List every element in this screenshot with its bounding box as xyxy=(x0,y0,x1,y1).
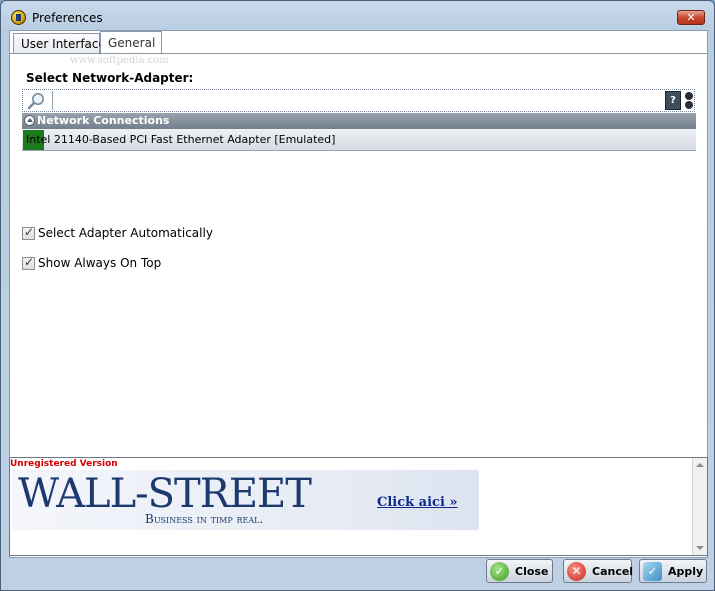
unregistered-version-label: Unregistered Version xyxy=(10,459,118,469)
network-connections-header[interactable]: Network Connections xyxy=(22,113,696,129)
select-adapter-automatically-label: Select Adapter Automatically xyxy=(38,226,213,240)
checkmark-icon: ✓ xyxy=(490,562,509,581)
tab-general[interactable]: General xyxy=(100,31,162,55)
group-header-label: Network Connections xyxy=(37,114,170,127)
tab-user-interface[interactable]: User Interface xyxy=(13,33,106,54)
advertisement-box: Unregistered Version WALL-STREET Busines… xyxy=(9,457,708,556)
option-dot-icon xyxy=(685,92,693,100)
collapse-icon[interactable] xyxy=(24,115,35,126)
cancel-button-label: Cancel xyxy=(592,565,634,578)
network-adapter-label: Select Network-Adapter: xyxy=(26,71,194,85)
tab-panel-border xyxy=(10,53,707,54)
options-icon[interactable] xyxy=(684,91,694,110)
ad-tagline: Business in timp real. xyxy=(145,512,264,526)
window-title: Preferences xyxy=(32,11,103,25)
apply-button[interactable]: ✓ Apply xyxy=(639,559,707,583)
ad-scrollbar[interactable] xyxy=(692,458,707,555)
app-icon xyxy=(11,10,26,25)
show-always-on-top-checkbox[interactable] xyxy=(22,255,35,270)
preferences-window: Preferences ✕ User Interface General www… xyxy=(0,0,715,591)
adapter-search-bar: ? xyxy=(22,89,695,112)
select-adapter-automatically-checkbox[interactable] xyxy=(22,225,35,240)
adapter-search-input[interactable] xyxy=(52,91,662,110)
apply-button-label: Apply xyxy=(668,565,704,578)
help-icon[interactable]: ? xyxy=(665,91,681,110)
scroll-down-arrow-icon[interactable] xyxy=(696,546,704,550)
ad-banner[interactable]: WALL-STREET Business in timp real. Click… xyxy=(12,470,479,530)
close-button[interactable]: ✓ Close xyxy=(486,559,553,583)
option-dot-icon xyxy=(685,101,693,109)
search-icon[interactable] xyxy=(27,92,45,110)
adapter-list-item[interactable]: Intel 21140-Based PCI Fast Ethernet Adap… xyxy=(22,129,696,151)
ad-click-link[interactable]: Click aici » xyxy=(377,495,458,510)
ad-brand: WALL-STREET xyxy=(18,471,312,517)
adapter-name: Intel 21140-Based PCI Fast Ethernet Adap… xyxy=(26,133,336,146)
show-always-on-top-label: Show Always On Top xyxy=(38,256,162,270)
scroll-up-arrow-icon[interactable] xyxy=(696,463,704,467)
watermark: www.softpedia.com xyxy=(70,55,169,66)
title-bar: Preferences ✕ xyxy=(1,1,714,31)
apply-icon: ✓ xyxy=(643,562,662,581)
window-close-button[interactable]: ✕ xyxy=(677,10,705,25)
cancel-icon: ✕ xyxy=(567,562,586,581)
cancel-button[interactable]: ✕ Cancel xyxy=(563,559,634,583)
close-button-label: Close xyxy=(515,565,549,578)
